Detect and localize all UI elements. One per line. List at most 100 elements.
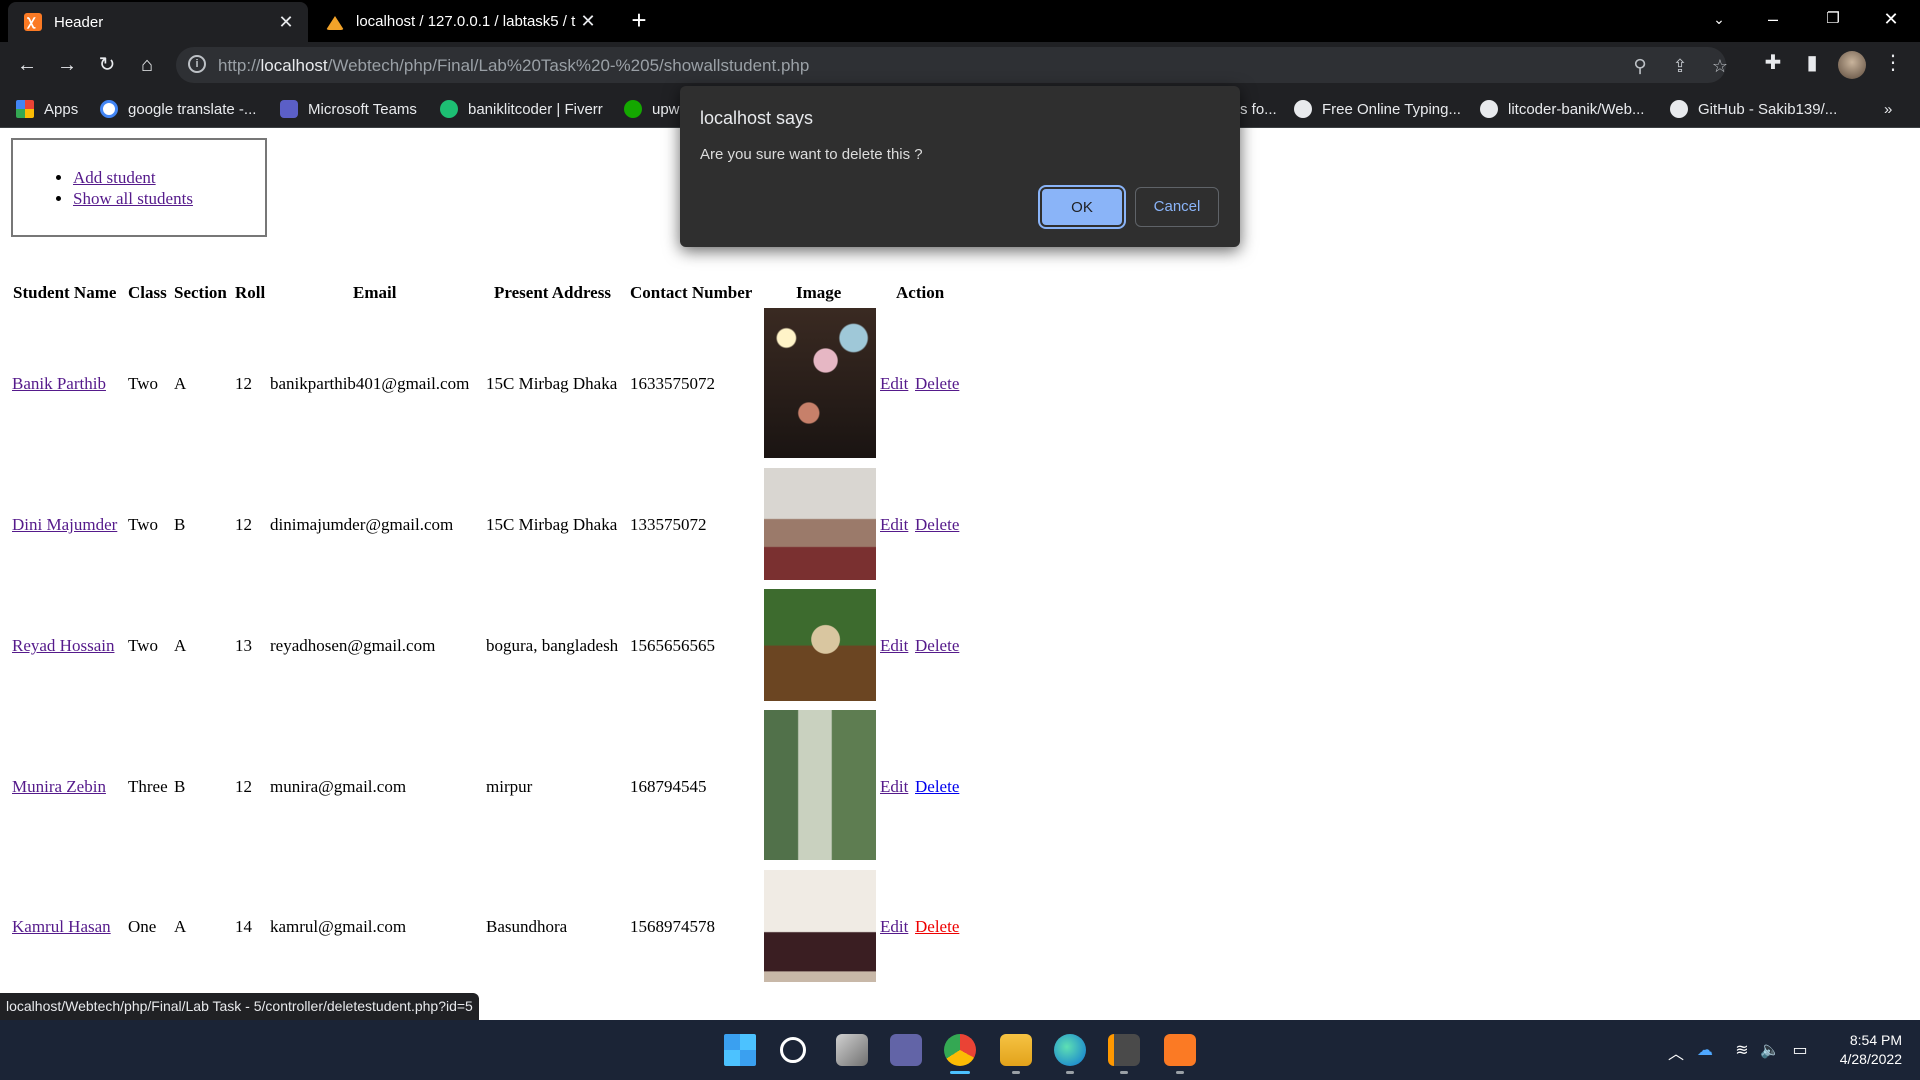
search-icon[interactable] <box>780 1037 806 1063</box>
roll-cell: 13 <box>235 636 252 655</box>
github-icon <box>1670 100 1688 118</box>
email-cell: dinimajumder@gmail.com <box>270 515 454 534</box>
task-view-icon[interactable] <box>836 1034 868 1066</box>
address-cell: 15C Mirbag Dhaka <box>486 374 618 393</box>
bookmark-upwork[interactable]: upw <box>624 98 680 120</box>
tab-title: localhost / 127.0.0.1 / labtask5 / t <box>356 12 576 30</box>
edit-link[interactable]: Edit <box>880 636 908 656</box>
zoom-icon[interactable]: ⚲ <box>1629 55 1651 77</box>
new-tab-button[interactable]: + <box>624 6 654 36</box>
extensions-icon[interactable]: ✚ <box>1760 50 1786 76</box>
edge-icon[interactable] <box>1054 1034 1086 1066</box>
tab-header[interactable]: Header ✕ <box>8 2 308 42</box>
close-tab-icon[interactable]: ✕ <box>578 11 598 32</box>
apps-grid-icon <box>16 100 34 118</box>
delete-link[interactable]: Delete <box>915 636 959 656</box>
share-icon[interactable]: ⇪ <box>1669 55 1691 77</box>
add-student-link[interactable]: Add student <box>73 168 156 187</box>
bookmark-apps[interactable]: Apps <box>16 98 78 120</box>
reload-icon[interactable]: ↻ <box>92 50 122 80</box>
edit-link[interactable]: Edit <box>880 374 908 394</box>
close-tab-icon[interactable]: ✕ <box>276 12 296 33</box>
confirm-dialog: localhost says Are you sure want to dele… <box>680 86 1240 247</box>
bookmark-partial[interactable]: s fo... <box>1240 98 1277 120</box>
profile-avatar[interactable] <box>1838 51 1866 79</box>
site-info-icon[interactable]: i <box>188 55 206 73</box>
student-name-link[interactable]: Dini Majumder <box>12 515 117 535</box>
forward-icon[interactable]: → <box>52 50 82 80</box>
bookmark-star-icon[interactable]: ☆ <box>1709 55 1731 77</box>
cancel-button[interactable]: Cancel <box>1135 187 1219 227</box>
bookmark-github-sakib[interactable]: GitHub - Sakib139/... <box>1670 98 1837 120</box>
email-cell: reyadhosen@gmail.com <box>270 636 436 655</box>
address-cell: 15C Mirbag Dhaka <box>486 515 618 534</box>
bookmark-microsoft-teams[interactable]: Microsoft Teams <box>280 98 417 120</box>
github-icon <box>1480 100 1498 118</box>
xampp-icon <box>24 11 42 31</box>
xampp-taskbar-icon[interactable] <box>1164 1034 1196 1066</box>
tab-phpmyadmin[interactable]: localhost / 127.0.0.1 / labtask5 / t ✕ <box>310 0 610 42</box>
contact-cell: 168794545 <box>630 777 707 796</box>
header-contact-number: Contact Number <box>630 283 753 302</box>
header-action: Action <box>896 283 945 302</box>
chrome-active-indicator <box>950 1071 970 1074</box>
onedrive-icon[interactable]: ☁ <box>1695 1040 1715 1060</box>
bookmark-fiverr[interactable]: baniklitcoder | Fiverr <box>440 98 603 120</box>
edit-link[interactable]: Edit <box>880 917 908 937</box>
tab-bar: Header ✕ localhost / 127.0.0.1 / labtask… <box>0 0 1920 42</box>
sublime-text-icon[interactable] <box>1108 1034 1140 1066</box>
student-name-link[interactable]: Munira Zebin <box>12 777 106 797</box>
ok-button[interactable]: OK <box>1040 187 1124 227</box>
section-cell: A <box>174 636 187 655</box>
nav-list: Add student Show all students <box>13 167 193 209</box>
menu-kebab-icon[interactable]: ⋮ <box>1880 50 1906 76</box>
file-explorer-icon[interactable] <box>1000 1034 1032 1066</box>
battery-icon[interactable]: ▭ <box>1790 1040 1810 1060</box>
contact-cell: 1565656565 <box>630 636 715 655</box>
volume-icon[interactable]: 🔈 <box>1760 1040 1780 1060</box>
clock[interactable]: 8:54 PM 4/28/2022 <box>1832 1031 1902 1069</box>
address-cell: Basundhora <box>486 917 568 936</box>
contact-cell: 1633575072 <box>630 374 715 393</box>
start-icon[interactable] <box>724 1034 756 1066</box>
class-cell: Two <box>128 515 158 534</box>
more-bookmarks-icon[interactable]: » <box>1884 98 1892 120</box>
address-bar[interactable]: i http://localhost/Webtech/php/Final/Lab… <box>176 47 1728 83</box>
nav-item: Show all students <box>73 188 193 209</box>
student-photo <box>764 589 876 701</box>
bookmark-typing[interactable]: Free Online Typing... <box>1294 98 1461 120</box>
delete-link[interactable]: Delete <box>915 515 959 535</box>
tab-title: Header <box>54 13 104 31</box>
wifi-icon[interactable]: ≋ <box>1732 1040 1752 1060</box>
home-icon[interactable]: ⌂ <box>132 50 162 80</box>
edit-link[interactable]: Edit <box>880 777 908 797</box>
header-present-address: Present Address <box>494 283 611 302</box>
nav-box: Add student Show all students <box>11 138 267 237</box>
bookmark-google-translate[interactable]: google translate -... <box>100 98 256 120</box>
show-hidden-icons-chevron-icon[interactable]: ︿ <box>1666 1040 1686 1064</box>
delete-link[interactable]: Delete <box>915 917 959 937</box>
delete-link[interactable]: Delete <box>915 777 959 797</box>
tab-search-icon[interactable]: ⌄ <box>1696 0 1742 40</box>
side-panel-icon[interactable]: ▮ <box>1799 50 1825 76</box>
student-name-link[interactable]: Reyad Hossain <box>12 636 114 656</box>
student-name-link[interactable]: Banik Parthib <box>12 374 106 394</box>
student-name-link[interactable]: Kamrul Hasan <box>12 917 111 937</box>
class-cell: Two <box>128 374 158 393</box>
roll-cell: 14 <box>235 917 252 936</box>
teams-taskbar-icon[interactable] <box>890 1034 922 1066</box>
back-icon[interactable]: ← <box>12 50 42 80</box>
address-url[interactable]: http://localhost/Webtech/php/Final/Lab%2… <box>218 56 809 76</box>
class-cell: Three <box>128 777 168 796</box>
delete-link[interactable]: Delete <box>915 374 959 394</box>
minimize-icon[interactable]: – <box>1750 0 1796 40</box>
show-all-students-link[interactable]: Show all students <box>73 189 193 208</box>
taskbar: ︿ ☁ ≋ 🔈 ▭ 8:54 PM 4/28/2022 <box>0 1020 1920 1080</box>
close-window-icon[interactable]: ✕ <box>1868 0 1914 40</box>
teams-icon <box>280 100 298 118</box>
chrome-icon[interactable] <box>944 1034 976 1066</box>
edit-link[interactable]: Edit <box>880 515 908 535</box>
restore-icon[interactable]: ❐ <box>1810 0 1856 40</box>
section-cell: A <box>174 374 187 393</box>
bookmark-litcoder[interactable]: litcoder-banik/Web... <box>1480 98 1644 120</box>
